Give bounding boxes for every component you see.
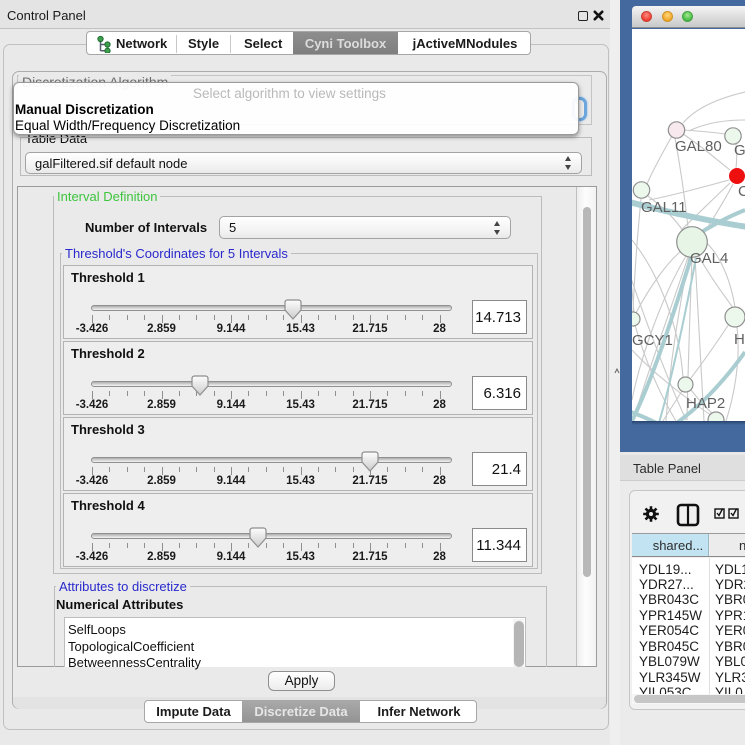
svg-text:GAL4: GAL4 — [690, 250, 728, 267]
svg-text:C: C — [738, 183, 745, 200]
svg-text:GAL11: GAL11 — [641, 199, 687, 216]
svg-text:HAP2: HAP2 — [686, 395, 725, 412]
svg-text:GA: GA — [734, 142, 745, 159]
svg-text:GAL80: GAL80 — [675, 138, 722, 155]
svg-text:H: H — [734, 331, 745, 348]
svg-text:GCY1: GCY1 — [632, 332, 673, 349]
